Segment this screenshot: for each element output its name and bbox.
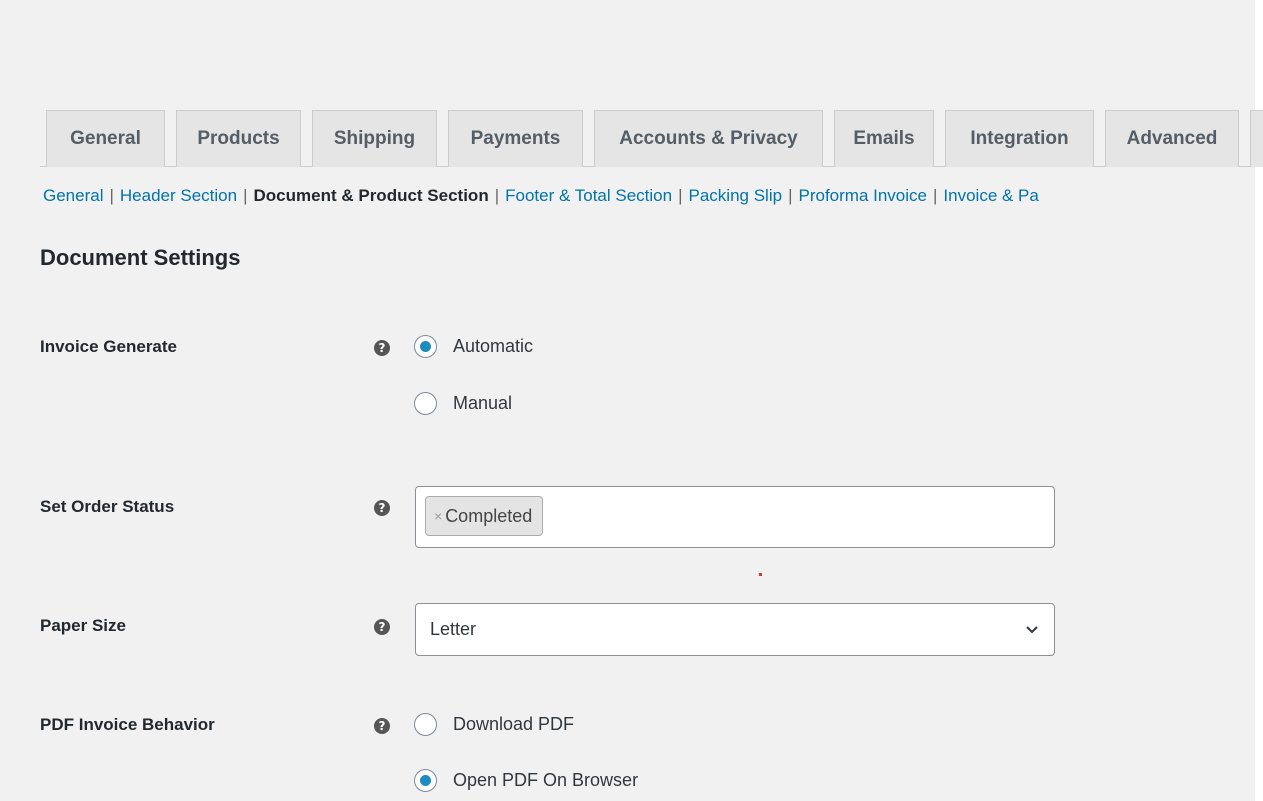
tab-integration[interactable]: Integration: [945, 110, 1094, 167]
subnav-invoice-packing[interactable]: Invoice & Pa: [943, 186, 1038, 205]
subnav-separator: |: [109, 186, 114, 205]
section-title: Document Settings: [40, 245, 241, 270]
invoice-generate-manual-radio[interactable]: Manual: [414, 392, 512, 415]
radio-label: Manual: [453, 393, 513, 413]
help-icon[interactable]: ?: [374, 500, 390, 516]
tab-shipping[interactable]: Shipping: [312, 110, 437, 167]
radio-indicator: [414, 713, 437, 736]
tab-general[interactable]: General: [46, 110, 165, 167]
pdf-behavior-label: PDF Invoice Behavior: [40, 715, 215, 734]
tag-remove-icon[interactable]: ×: [434, 508, 442, 524]
subnav-packing-slip[interactable]: Packing Slip: [689, 186, 783, 205]
help-icon[interactable]: ?: [374, 340, 390, 356]
order-status-multiselect[interactable]: × Completed: [415, 486, 1055, 548]
order-status-label: Set Order Status: [40, 497, 175, 516]
radio-checked-indicator: [414, 335, 437, 358]
tab-accounts-privacy[interactable]: Accounts & Privacy: [594, 110, 823, 167]
subnav-general[interactable]: General: [43, 186, 103, 205]
subnav-separator: |: [678, 186, 683, 205]
subnav-separator: |: [788, 186, 793, 205]
subnav-document-product-section[interactable]: Document & Product Section: [254, 186, 489, 205]
chevron-down-icon: [1026, 626, 1038, 634]
subnav-footer-total-section[interactable]: Footer & Total Section: [505, 186, 672, 205]
invoice-generate-automatic-radio[interactable]: Automatic: [414, 335, 533, 358]
settings-tabs: General Products Shipping Payments Accou…: [40, 110, 1263, 167]
tab-overflow[interactable]: [1250, 110, 1263, 167]
radio-checked-indicator: [414, 769, 437, 792]
tag-label: Completed: [445, 505, 533, 526]
invoice-generate-label: Invoice Generate: [40, 337, 178, 356]
tag-completed: × Completed: [425, 496, 544, 536]
red-dot-marker: [759, 573, 762, 576]
paper-size-value: Letter: [430, 619, 477, 639]
help-icon[interactable]: ?: [374, 718, 390, 734]
radio-label: Download PDF: [453, 714, 575, 734]
subnav-separator: |: [932, 186, 938, 205]
paper-size-label: Paper Size: [40, 616, 126, 635]
pdf-open-browser-radio[interactable]: Open PDF On Browser: [414, 769, 638, 792]
radio-indicator: [414, 392, 437, 415]
radio-label: Open PDF On Browser: [453, 770, 639, 790]
subnav-proforma-invoice[interactable]: Proforma Invoice: [798, 186, 927, 205]
tab-payments[interactable]: Payments: [448, 110, 583, 167]
subnav-separator: |: [494, 186, 500, 205]
tab-products[interactable]: Products: [176, 110, 301, 167]
sub-navigation: General | Header Section | Document & Produc…: [43, 186, 1263, 212]
radio-label: Automatic: [453, 336, 534, 356]
pdf-download-radio[interactable]: Download PDF: [414, 713, 574, 736]
paper-size-select[interactable]: Letter: [415, 603, 1055, 656]
subnav-separator: |: [243, 186, 248, 205]
subnav-header-section[interactable]: Header Section: [120, 186, 237, 205]
tab-emails[interactable]: Emails: [834, 110, 934, 167]
help-icon[interactable]: ?: [374, 619, 390, 635]
tab-advanced[interactable]: Advanced: [1105, 110, 1239, 167]
